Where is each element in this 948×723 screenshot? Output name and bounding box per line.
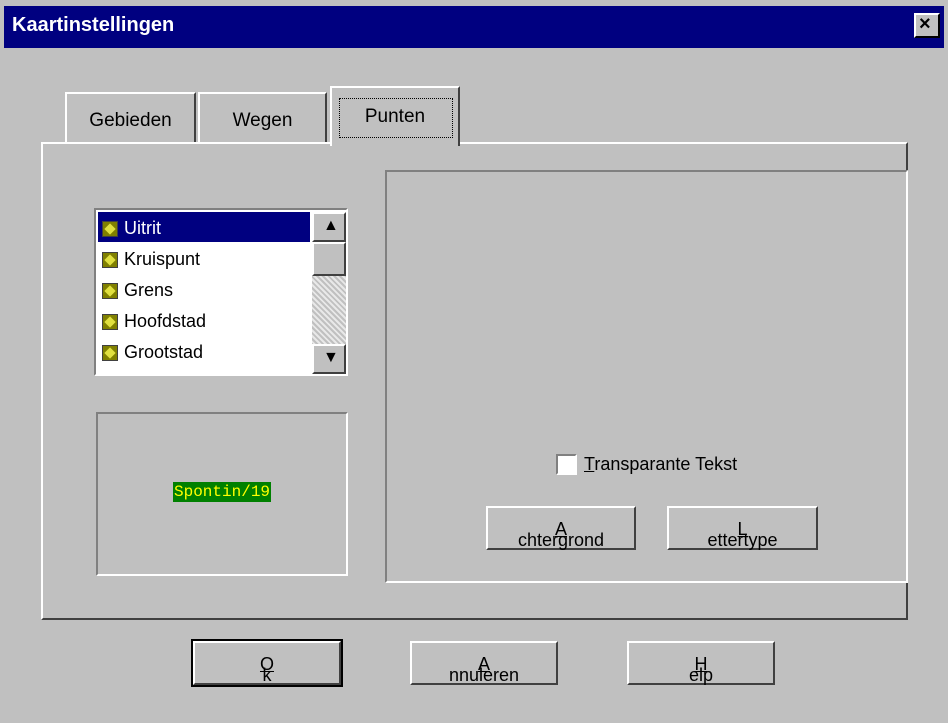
tab-gebieden[interactable]: Gebieden (65, 92, 196, 144)
font-button-label: Lettertype (707, 519, 778, 550)
list-item-label: Uitrit (124, 218, 161, 238)
dialog-window: Kaartinstellingen × Gebieden Wegen Punte… (0, 0, 948, 723)
tab-punten[interactable]: Punten (330, 86, 460, 146)
cancel-button-label: Annuleren (448, 654, 520, 685)
title-bar[interactable]: Kaartinstellingen × (4, 6, 944, 48)
scroll-down-button[interactable]: ▼ (312, 344, 346, 374)
list-item[interactable]: Grens (98, 274, 310, 304)
tab-wegen[interactable]: Wegen (198, 92, 327, 144)
tab-label: Wegen (232, 110, 293, 131)
point-style-icon (102, 221, 118, 237)
background-button-label: Achtergrond (517, 519, 605, 550)
list-item[interactable]: Grootstad (98, 336, 310, 366)
arrow-up-icon: ▲ (323, 217, 339, 234)
font-button[interactable]: Lettertype (667, 506, 818, 550)
transparent-text-label[interactable]: Transparante Tekst (584, 454, 737, 475)
tab-label: Gebieden (89, 110, 172, 131)
focus-rect (339, 98, 453, 138)
vertical-scrollbar[interactable]: ▲ ▼ (312, 212, 346, 374)
options-group (385, 170, 908, 583)
cancel-button[interactable]: Annuleren (410, 641, 558, 685)
ok-button-label: Ok (259, 654, 274, 685)
list-item-label: Grootstad (124, 342, 204, 362)
list-item-label: Kruispunt (124, 249, 201, 269)
preview-sample-text: Spontin/19 (173, 482, 272, 502)
point-style-icon (102, 314, 118, 330)
list-item[interactable]: Kruispunt (98, 243, 310, 273)
help-button-label: Help (688, 654, 714, 685)
point-style-icon (102, 252, 118, 268)
scroll-thumb[interactable] (312, 242, 346, 276)
arrow-down-icon: ▼ (323, 349, 339, 366)
close-button[interactable]: × (914, 13, 940, 38)
point-style-icon (102, 345, 118, 361)
point-style-icon (102, 283, 118, 299)
transparent-text-checkbox[interactable] (556, 454, 577, 475)
ok-button[interactable]: Ok (191, 639, 343, 687)
background-button[interactable]: Achtergrond (486, 506, 636, 550)
list-item-label: Hoofdstad (124, 311, 207, 331)
help-button[interactable]: Help (627, 641, 775, 685)
window-title: Kaartinstellingen (12, 14, 175, 36)
point-type-listbox[interactable]: Uitrit Kruispunt Grens Hoofdstad Grootst… (94, 208, 348, 376)
list-item[interactable]: Hoofdstad (98, 305, 310, 335)
label-preview: Spontin/19 (96, 412, 348, 576)
list-item-label: Grens (124, 280, 174, 300)
scroll-up-button[interactable]: ▲ (312, 212, 346, 242)
close-icon: × (919, 13, 931, 35)
list-item[interactable]: Uitrit (98, 212, 310, 242)
